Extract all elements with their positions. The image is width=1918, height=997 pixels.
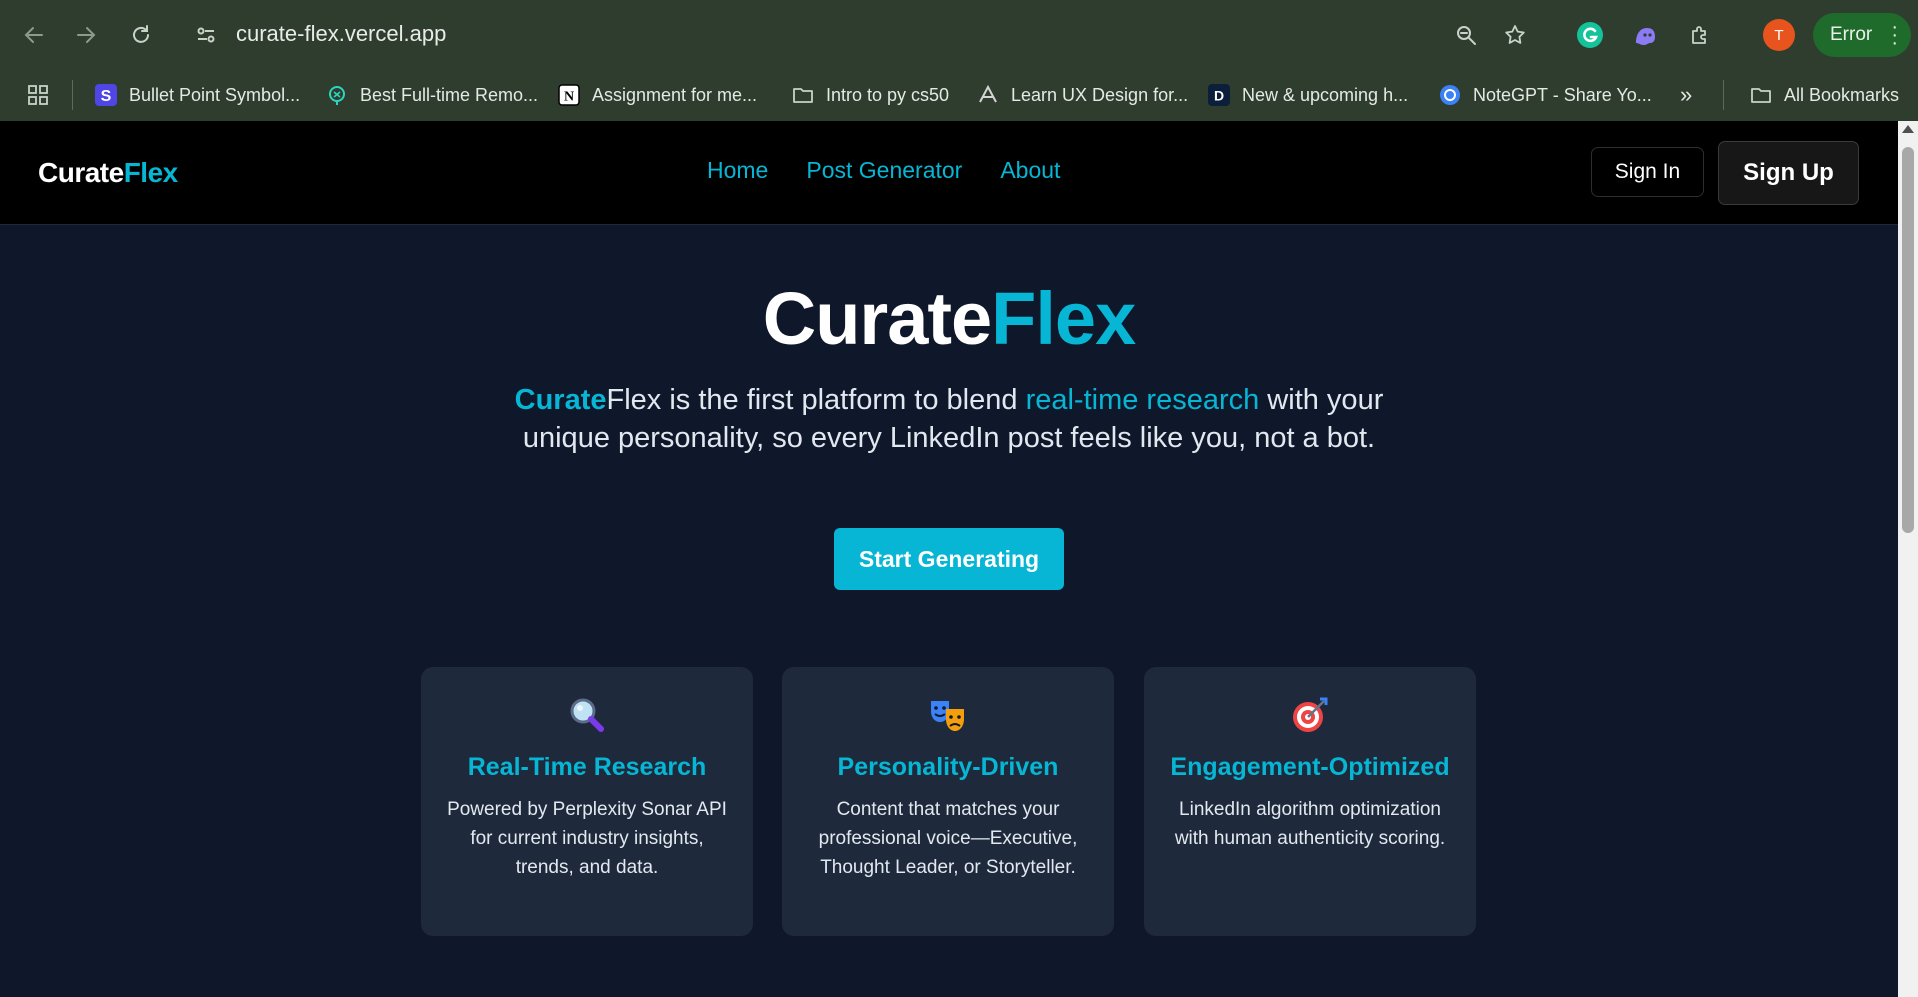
hero-title-part-1: Curate <box>762 277 992 360</box>
folder-icon <box>792 84 814 106</box>
hero-sub-highlight: real-time research <box>1025 384 1260 416</box>
reload-button[interactable] <box>125 19 157 51</box>
all-bookmarks-button[interactable]: All Bookmarks <box>1750 70 1899 120</box>
hero-title-part-2: Flex <box>991 277 1136 360</box>
bookmark-star-button[interactable] <box>1499 19 1531 51</box>
bookmark-label: Learn UX Design for... <box>1011 84 1189 105</box>
grammarly-extension[interactable] <box>1574 19 1606 51</box>
hero-sub-brand-2: Flex <box>606 384 662 416</box>
reload-icon <box>133 25 149 43</box>
bookmark-item[interactable]: Best Full-time Remo... <box>326 70 538 120</box>
feature-description: LinkedIn algorithm optimization with hum… <box>1174 799 1446 849</box>
svg-text:S: S <box>101 88 112 105</box>
hero-sub-text-1: is the first platform to blend <box>661 384 1026 416</box>
profile-avatar[interactable]: T <box>1763 19 1795 51</box>
feature-card-personality: Personality-Driven Content that matches … <box>782 667 1114 936</box>
bookmark-label: Best Full-time Remo... <box>360 84 539 105</box>
bookmark-item[interactable]: N Assignment for me... <box>558 70 757 120</box>
nav-links: Home Post Generator About <box>707 157 1060 184</box>
bookmark-item[interactable]: D New & upcoming h... <box>1208 70 1408 120</box>
magnifier-icon <box>421 695 753 735</box>
hero-subtitle: CurateFlex is the first platform to blen… <box>489 381 1409 457</box>
target-icon <box>1144 695 1476 735</box>
browser-toolbar: curate-flex.vercel.app T Error · · · <box>0 0 1918 70</box>
feature-title: Personality-Driven <box>837 753 1059 781</box>
bookmarks-bar: S Bullet Point Symbol... Best Full-time … <box>0 70 1918 120</box>
site-logo[interactable]: CurateFlex <box>38 157 178 189</box>
bookmark-label: New & upcoming h... <box>1242 84 1409 105</box>
bookmark-label: Bullet Point Symbol... <box>129 84 301 105</box>
swirl-icon <box>1439 84 1461 106</box>
tune-icon <box>197 27 215 43</box>
s-logo-icon: S <box>95 84 117 106</box>
forward-button[interactable] <box>70 19 102 51</box>
address-bar[interactable]: curate-flex.vercel.app <box>236 21 446 47</box>
page-scrollbar[interactable] <box>1898 121 1918 997</box>
browser-error-button[interactable]: Error · · · <box>1813 13 1911 57</box>
bookmarks-divider <box>1723 80 1724 110</box>
svg-text:N: N <box>564 90 574 105</box>
scroll-thumb[interactable] <box>1902 147 1914 533</box>
folder-icon <box>1750 84 1772 106</box>
theater-masks-icon <box>782 695 1114 735</box>
feature-title: Engagement-Optimized <box>1170 753 1450 781</box>
notion-icon: N <box>558 84 580 106</box>
nav-link-post-generator[interactable]: Post Generator <box>806 157 962 184</box>
page-viewport: CurateFlex Home Post Generator About Sig… <box>0 121 1898 997</box>
puzzle-icon <box>1692 26 1706 44</box>
feature-description: Powered by Perplexity Sonar API for curr… <box>447 799 727 878</box>
bookmark-item[interactable]: S Bullet Point Symbol... <box>95 70 300 120</box>
back-arrow-icon <box>24 27 43 43</box>
ghost-extension[interactable] <box>1629 19 1661 51</box>
extensions-button[interactable] <box>1684 19 1716 51</box>
feature-card-engagement: Engagement-Optimized LinkedIn algorithm … <box>1144 667 1476 936</box>
bookmark-item[interactable]: Learn UX Design for... <box>977 70 1188 120</box>
site-info-button[interactable] <box>190 19 222 51</box>
star-icon <box>1505 25 1525 44</box>
logo-part-2: Flex <box>123 157 179 188</box>
bookmark-label: Intro to py cs50 <box>826 84 950 105</box>
grammarly-icon <box>1577 22 1603 48</box>
bookmark-label: Assignment for me... <box>592 84 758 105</box>
back-button[interactable] <box>18 19 50 51</box>
feature-description: Content that matches your professional v… <box>818 799 1078 878</box>
feature-card-research: Real-Time Research Powered by Perplexity… <box>421 667 753 936</box>
hero-sub-brand-1: Curate <box>514 384 607 416</box>
bookmark-label: All Bookmarks <box>1784 84 1900 105</box>
bookmark-folder[interactable]: Intro to py cs50 <box>792 70 949 120</box>
zoom-button[interactable] <box>1450 19 1482 51</box>
scroll-up-arrow-icon[interactable] <box>1902 125 1914 133</box>
nav-link-home[interactable]: Home <box>707 157 768 184</box>
logo-part-1: Curate <box>38 157 124 188</box>
nav-link-about[interactable]: About <box>1000 157 1060 184</box>
feature-title: Real-Time Research <box>467 753 707 781</box>
site-navbar: CurateFlex Home Post Generator About Sig… <box>0 121 1898 225</box>
svg-text:D: D <box>1214 88 1224 104</box>
location-pin-icon <box>326 84 348 106</box>
forward-arrow-icon <box>77 27 96 43</box>
error-label: Error <box>1830 24 1873 45</box>
sign-in-button[interactable]: Sign In <box>1591 147 1704 197</box>
hero-title: CurateFlex <box>0 276 1898 361</box>
bookmarks-divider <box>72 80 73 110</box>
site-icon <box>977 84 999 106</box>
ghost-icon <box>1636 28 1655 45</box>
browser-chrome: curate-flex.vercel.app T Error · · · S Bul… <box>0 0 1918 121</box>
bookmark-item[interactable]: NoteGPT - Share Yo... <box>1439 70 1652 120</box>
more-bookmarks-button[interactable]: » <box>1680 70 1692 120</box>
sign-up-button[interactable]: Sign Up <box>1718 141 1859 205</box>
d-logo-icon: D <box>1208 84 1230 106</box>
menu-dots-icon: · · · <box>1891 16 1898 54</box>
bookmark-label: NoteGPT - Share Yo... <box>1473 84 1652 105</box>
zoom-icon <box>1457 26 1476 45</box>
start-generating-button[interactable]: Start Generating <box>834 528 1064 590</box>
apps-grid-icon <box>28 85 48 105</box>
apps-button[interactable] <box>26 70 50 120</box>
